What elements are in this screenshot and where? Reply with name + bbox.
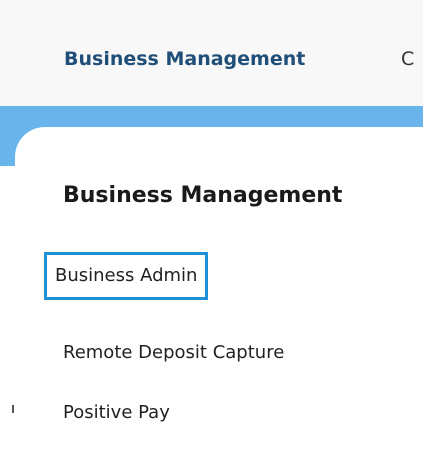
dropdown-heading: Business Management bbox=[63, 183, 343, 208]
menu-item-business-admin[interactable]: Business Admin bbox=[43, 252, 209, 300]
nav-item-business-management[interactable]: Business Management bbox=[64, 47, 305, 71]
menu-item-positive-pay[interactable]: Positive Pay bbox=[63, 402, 170, 424]
top-navigation-bar: Business Management C bbox=[0, 0, 423, 106]
page: Business Management C Business Managemen… bbox=[0, 0, 423, 452]
nav-item-next[interactable]: C bbox=[401, 47, 414, 71]
edge-marker bbox=[12, 405, 14, 413]
menu-item-remote-deposit-capture[interactable]: Remote Deposit Capture bbox=[63, 342, 284, 364]
business-management-dropdown: Business Management Business Admin Remot… bbox=[15, 127, 423, 452]
